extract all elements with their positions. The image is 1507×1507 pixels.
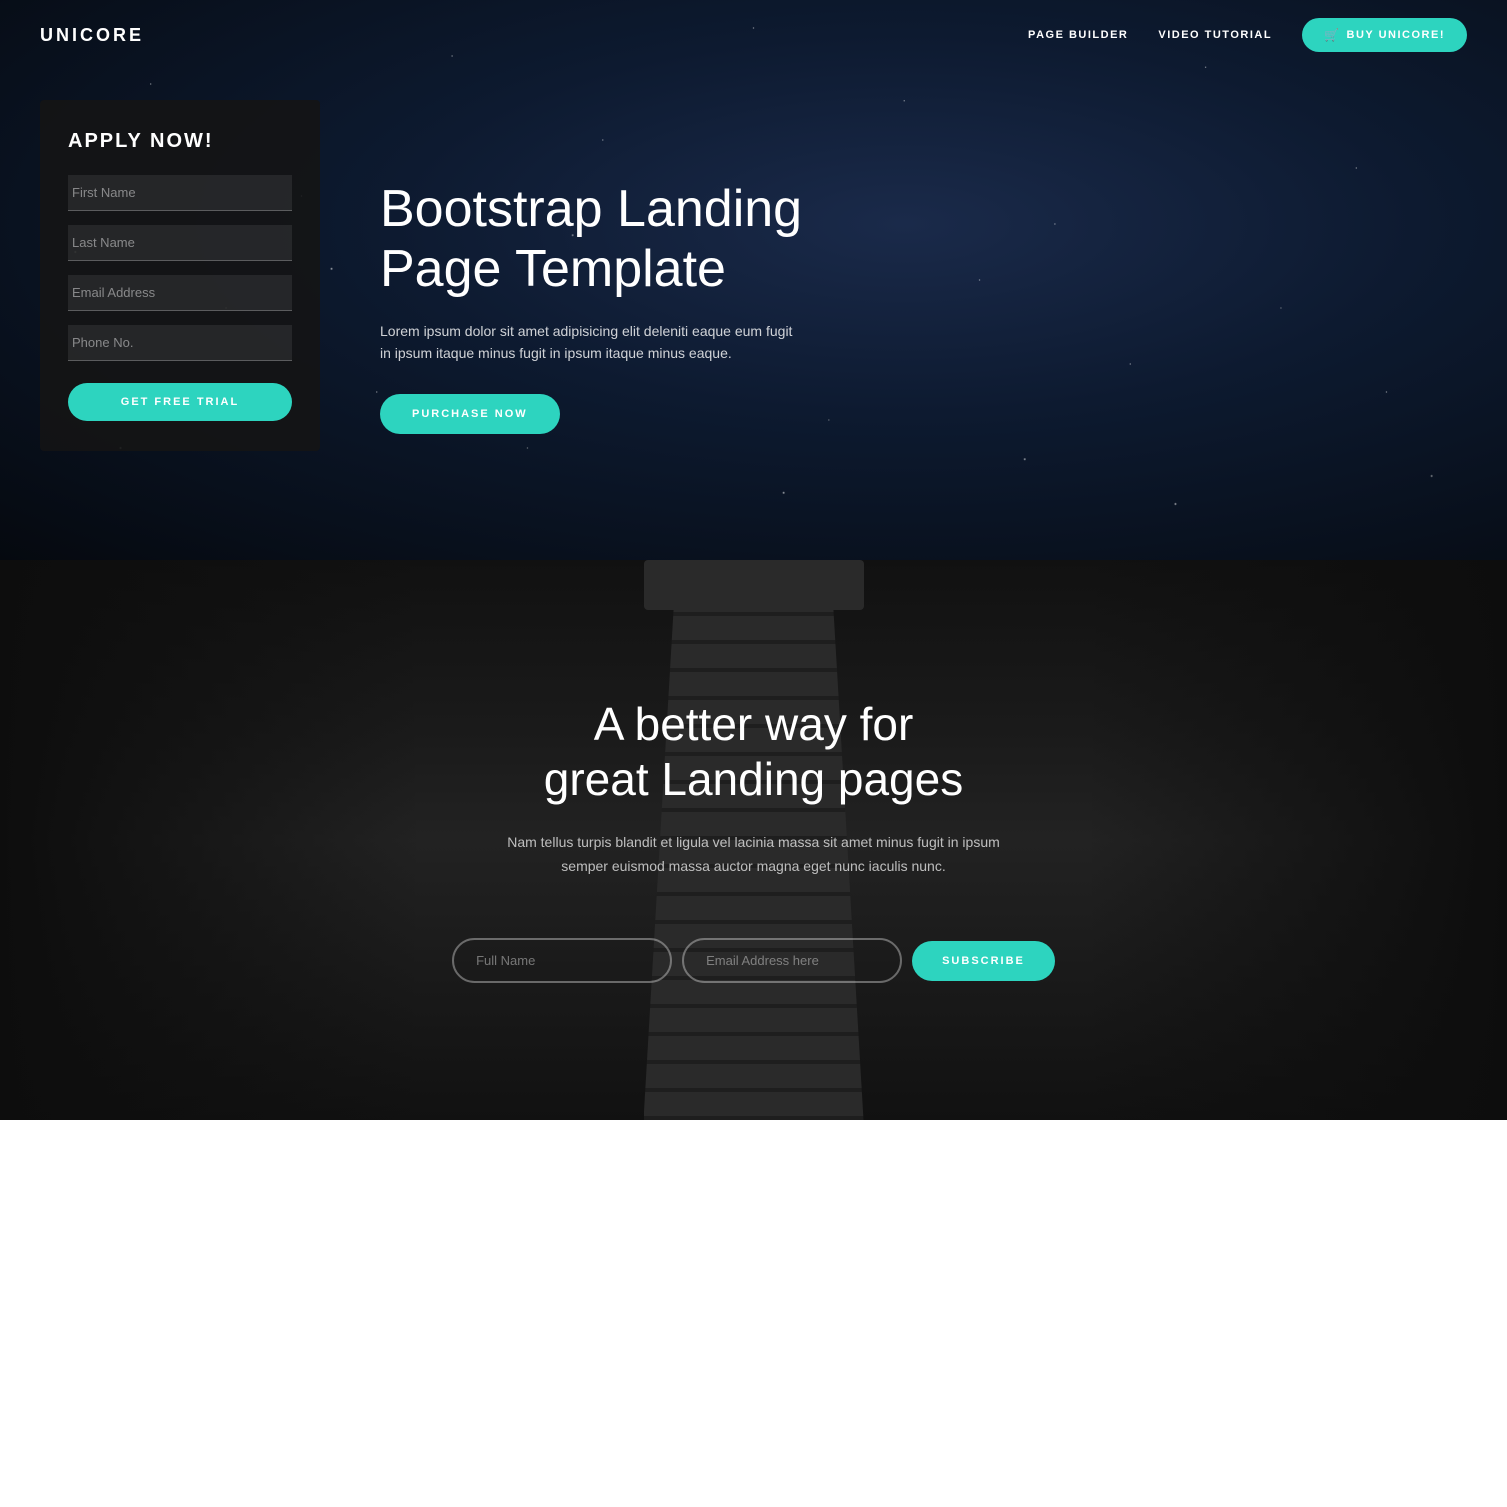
email-input[interactable] — [68, 275, 292, 311]
section2-description: Nam tellus turpis blandit et ligula vel … — [484, 831, 1024, 879]
lastname-input[interactable] — [68, 225, 292, 261]
section2-content: A better way for great Landing pages Nam… — [484, 697, 1024, 879]
buy-button[interactable]: 🛒 BUY UNICORE! — [1302, 18, 1467, 52]
subscribe-fullname-input[interactable] — [452, 938, 672, 983]
phone-input[interactable] — [68, 325, 292, 361]
hero-heading: Bootstrap Landing Page Template — [380, 180, 900, 300]
hero-content: APPLY NOW! GET FREE TRIAL Bootstrap Land… — [0, 70, 1507, 511]
section2-heading: A better way for great Landing pages — [484, 697, 1024, 807]
hero-text: Bootstrap Landing Page Template Lorem ip… — [380, 100, 900, 434]
nav-page-builder[interactable]: PAGE BUILDER — [1028, 29, 1128, 41]
purchase-now-button[interactable]: PURCHASE NOW — [380, 394, 560, 434]
get-free-trial-button[interactable]: GET FREE TRIAL — [68, 383, 292, 421]
nav-links: PAGE BUILDER VIDEO TUTORIAL 🛒 BUY UNICOR… — [1028, 18, 1467, 52]
escalator-section: A better way for great Landing pages Nam… — [0, 560, 1507, 1120]
hero-description: Lorem ipsum dolor sit amet adipisicing e… — [380, 320, 800, 365]
cart-icon: 🛒 — [1324, 28, 1340, 42]
navbar: UNICORE PAGE BUILDER VIDEO TUTORIAL 🛒 BU… — [0, 0, 1507, 70]
subscribe-button[interactable]: SUBSCRIBE — [912, 941, 1055, 981]
subscribe-email-input[interactable] — [682, 938, 902, 983]
firstname-input[interactable] — [68, 175, 292, 211]
apply-card: APPLY NOW! GET FREE TRIAL — [40, 100, 320, 451]
brand-logo: UNICORE — [40, 25, 144, 46]
apply-card-title: APPLY NOW! — [68, 130, 292, 153]
hero-section: UNICORE PAGE BUILDER VIDEO TUTORIAL 🛒 BU… — [0, 0, 1507, 560]
nav-video-tutorial[interactable]: VIDEO TUTORIAL — [1158, 29, 1272, 41]
subscribe-form: SUBSCRIBE — [452, 938, 1055, 983]
